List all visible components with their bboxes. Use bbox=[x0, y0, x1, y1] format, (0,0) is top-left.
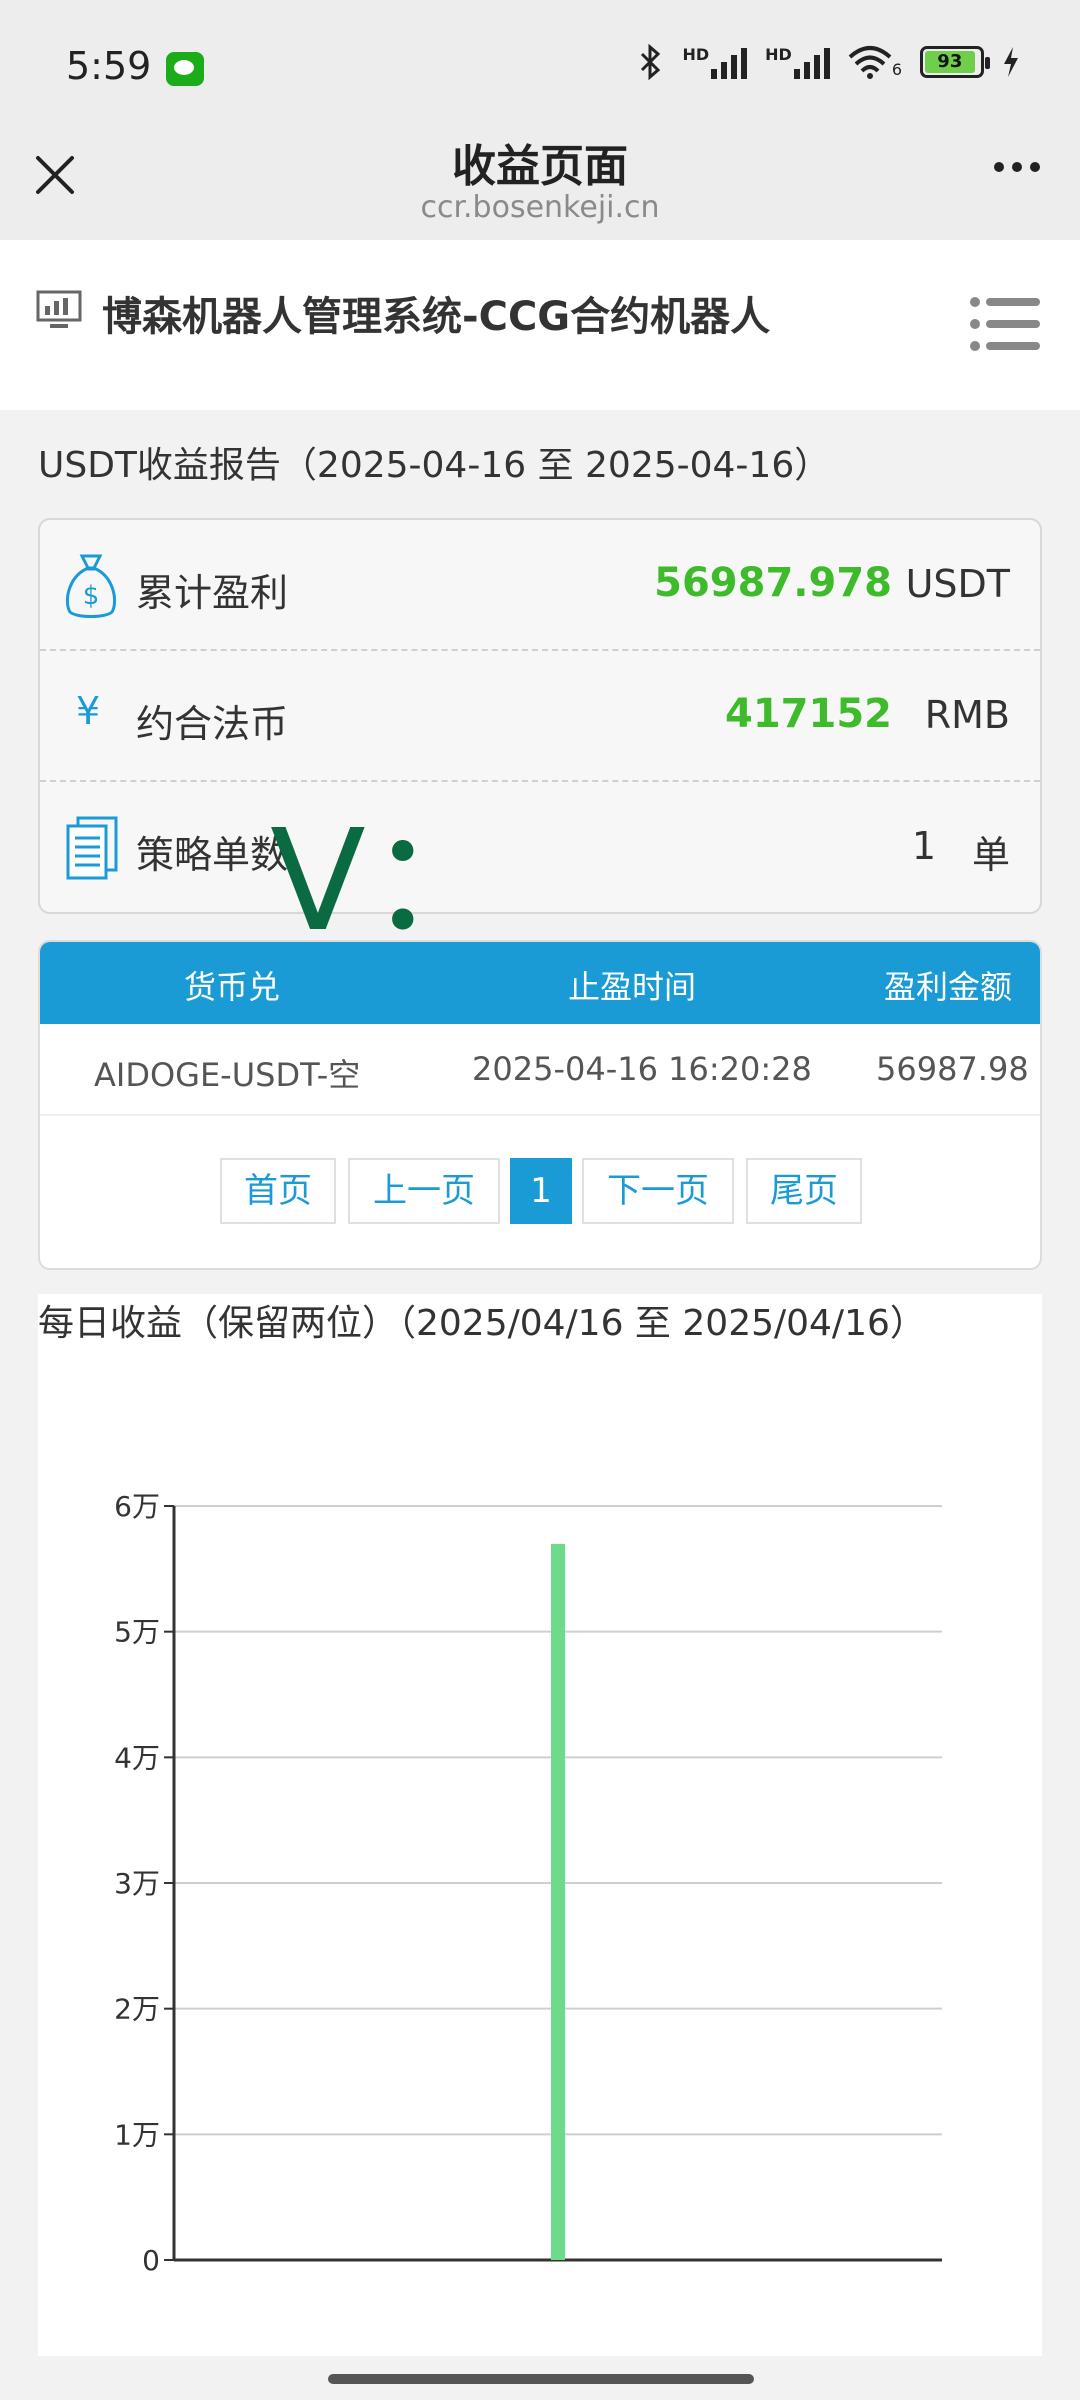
hd-label-2: HD bbox=[765, 45, 792, 64]
chart-bar bbox=[551, 1543, 565, 2260]
wifi: 6 bbox=[848, 45, 902, 79]
y-tick-label: 3万 bbox=[114, 1867, 160, 1900]
y-tick-label: 4万 bbox=[114, 1741, 160, 1774]
orders-table-header: 货币兑 止盈时间 盈利金额 bbox=[40, 942, 1040, 1024]
fiat-label: 约合法币 bbox=[136, 702, 289, 746]
cell-profit: 56987.98 bbox=[876, 1050, 1029, 1088]
y-tick-label: 6万 bbox=[114, 1490, 160, 1523]
orders-count-label: 策略单数 bbox=[136, 833, 289, 877]
site-title: 博森机器人管理系统-CCG合约机器人 bbox=[102, 294, 771, 340]
total-profit-label: 累计盈利 bbox=[136, 571, 289, 615]
y-tick-label: 1万 bbox=[114, 2118, 160, 2151]
next-page-button[interactable]: 下一页 bbox=[582, 1158, 734, 1224]
total-profit-unit: USDT bbox=[905, 562, 1010, 606]
daily-profit-chart: 0 1万 2万 3万 4万 5万 6万 每日收益（保留两位）（2025/04/16 至 20… bbox=[38, 1294, 1042, 2356]
wifi-sub-label: 6 bbox=[891, 60, 902, 79]
battery-icon: 93 bbox=[920, 46, 990, 78]
signal-2: HD bbox=[765, 45, 830, 79]
bluetooth-icon bbox=[641, 44, 661, 80]
signal-bars-2-icon bbox=[793, 45, 830, 79]
home-indicator[interactable] bbox=[328, 2374, 754, 2384]
last-page-button[interactable]: 尾页 bbox=[746, 1158, 862, 1224]
table-row: AIDOGE-USDT-空 2025-04-16 16:20:28 56987.… bbox=[40, 1024, 1040, 1116]
signal-bars-1-icon bbox=[711, 45, 748, 79]
money-bag-icon: $ bbox=[65, 554, 117, 618]
header-profit: 盈利金额 bbox=[884, 968, 1013, 1006]
chart-canvas: 0 1万 2万 3万 4万 5万 6万 bbox=[114, 1490, 942, 2277]
status-icons: HD HD 6 93 bbox=[638, 44, 1020, 80]
page-url: ccr.bosenkeji.cn bbox=[420, 190, 660, 225]
chart-title: 每日收益（保留两位）（2025/04/16 至 2025/04/16） bbox=[38, 1303, 926, 1344]
cell-close-time: 2025-04-16 16:20:28 bbox=[472, 1050, 812, 1088]
charging-icon bbox=[1004, 47, 1018, 77]
pagination: 首页 上一页 1 下一页 尾页 bbox=[40, 1158, 1040, 1228]
y-tick-label: 5万 bbox=[114, 1616, 160, 1649]
summary-row-total-profit: $ 累计盈利 56987.978 USDT bbox=[40, 520, 1040, 651]
yen-icon: ¥ bbox=[76, 689, 101, 733]
fiat-value: 417152 bbox=[725, 691, 892, 737]
svg-text:$: $ bbox=[83, 581, 100, 611]
monitor-icon bbox=[36, 290, 82, 328]
page-title: 收益页面 bbox=[452, 141, 628, 192]
hd-label-1: HD bbox=[682, 45, 710, 64]
document-icon bbox=[66, 816, 118, 880]
wechat-icon bbox=[166, 52, 204, 86]
wifi-icon bbox=[848, 46, 892, 79]
total-profit-value: 56987.978 bbox=[654, 560, 892, 606]
status-time: 5:59 bbox=[66, 44, 152, 88]
header-close-time: 止盈时间 bbox=[568, 968, 697, 1006]
fiat-unit: RMB bbox=[924, 693, 1010, 737]
site-header: 博森机器人管理系统-CCG合约机器人 bbox=[0, 240, 1080, 410]
report-title: USDT收益报告（2025-04-16 至 2025-04-16） bbox=[38, 445, 831, 486]
prev-page-button[interactable]: 上一页 bbox=[348, 1158, 500, 1224]
orders-table: 货币兑 止盈时间 盈利金额 AIDOGE-USDT-空 2025-04-16 1… bbox=[38, 940, 1042, 1270]
current-page-button[interactable]: 1 bbox=[510, 1158, 572, 1224]
browser-nav-bar: 收益页面 ccr.bosenkeji.cn bbox=[0, 140, 1080, 240]
y-tick-label: 2万 bbox=[114, 1993, 160, 2026]
summary-row-fiat: ¥ 约合法币 417152 RMB bbox=[40, 651, 1040, 782]
y-tick-label: 0 bbox=[142, 2244, 160, 2277]
cell-pair: AIDOGE-USDT-空 bbox=[94, 1056, 361, 1094]
header-pair: 货币兑 bbox=[184, 968, 281, 1006]
battery-level: 93 bbox=[925, 51, 975, 73]
more-icon[interactable] bbox=[994, 162, 1040, 172]
first-page-button[interactable]: 首页 bbox=[220, 1158, 336, 1224]
status-bar: 5:59 HD HD 6 93 bbox=[0, 0, 1080, 140]
signal-1: HD bbox=[682, 45, 748, 79]
menu-icon[interactable] bbox=[970, 294, 1040, 354]
